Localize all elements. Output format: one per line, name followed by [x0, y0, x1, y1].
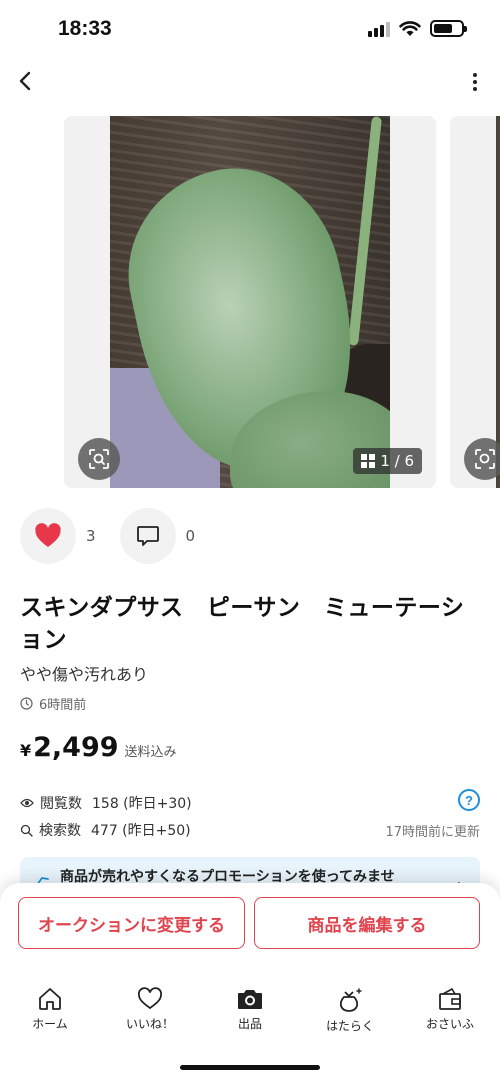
bag-sparkle-icon: [339, 988, 362, 1012]
search-label: 検索数: [39, 823, 81, 839]
tab-likes[interactable]: いいね！: [100, 987, 200, 1037]
views-value: 158 (昨日+30): [92, 796, 192, 812]
photo-slide-next[interactable]: [450, 116, 500, 488]
tab-home[interactable]: ホーム: [0, 987, 100, 1037]
comment-button[interactable]: [119, 508, 176, 564]
product-photo: [110, 116, 390, 488]
tab-wallet[interactable]: おさいふ: [400, 987, 500, 1037]
search-value: 477 (昨日+50): [91, 823, 191, 839]
bottom-action-panel: オークションに変更する 商品を編集する ホーム いいね！ 出品 はたらく おさい…: [0, 883, 500, 1080]
comment-icon: [136, 526, 159, 546]
battery-icon: [430, 20, 467, 37]
home-indicator: [180, 1065, 320, 1070]
clock: 18:33: [58, 17, 112, 40]
zoom-scan-icon: [475, 449, 495, 469]
views-stat: 閲覧数 158 (昨日+30): [20, 793, 192, 813]
heart-outline-icon: [138, 987, 162, 1010]
more-dot-icon: [473, 87, 477, 91]
status-icons: [368, 20, 467, 37]
zoom-scan-icon: [89, 449, 109, 469]
posted-time: 6時間前: [20, 694, 86, 713]
wifi-icon: [399, 21, 421, 36]
eye-icon: [20, 798, 34, 808]
grid-icon: [361, 454, 376, 468]
shipping-label: 送料込み: [124, 745, 177, 760]
search-stat: 検索数 477 (昨日+50): [20, 820, 191, 840]
views-label: 閲覧数: [40, 796, 82, 812]
like-button[interactable]: [20, 508, 76, 564]
posted-time-text: 6時間前: [39, 698, 87, 713]
tab-sell-label: 出品: [237, 1017, 262, 1031]
item-condition: やや傷や汚れあり: [20, 665, 149, 684]
camera-icon: [238, 990, 262, 1009]
clock-icon: [20, 697, 33, 710]
photo-slide-main[interactable]: 1 / 6: [64, 116, 436, 488]
top-nav: [0, 60, 500, 104]
photo-counter: 1 / 6: [353, 448, 422, 474]
zoom-button[interactable]: [78, 438, 120, 480]
tab-sell[interactable]: 出品: [200, 987, 300, 1037]
wallet-icon: [439, 988, 461, 1010]
like-count: 3: [86, 527, 96, 545]
item-title: スキンダプサス ピーサン ミューテーション: [20, 595, 465, 653]
more-dot-icon: [473, 80, 477, 84]
updated-time: 17時間前に更新: [385, 825, 480, 840]
tab-wallet-label: おさいふ: [425, 1017, 474, 1031]
more-options-button[interactable]: [470, 70, 480, 94]
next-product-photo: [496, 116, 500, 488]
home-icon: [39, 988, 61, 1010]
price-amount: 2,499: [33, 732, 119, 763]
status-bar: 18:33: [0, 0, 500, 60]
chevron-left-icon: [19, 71, 31, 91]
search-icon: [20, 824, 33, 837]
change-to-auction-button[interactable]: オークションに変更する: [18, 897, 245, 949]
tab-work[interactable]: はたらく: [300, 987, 400, 1037]
photo-carousel[interactable]: 1 / 6: [0, 116, 500, 490]
engagement-row: 3 0: [20, 508, 219, 564]
bottom-tab-bar: ホーム いいね！ 出品 はたらく おさいふ: [0, 987, 500, 1037]
comment-count: 0: [185, 527, 196, 545]
more-dot-icon: [473, 73, 477, 77]
tab-likes-label: いいね！: [125, 1017, 174, 1031]
currency-symbol: ¥: [20, 741, 32, 760]
cellular-signal-icon: [368, 21, 390, 37]
back-button[interactable]: [12, 66, 42, 96]
tab-home-label: ホーム: [32, 1017, 68, 1031]
help-icon[interactable]: ?: [458, 789, 480, 811]
photo-counter-text: 1 / 6: [380, 452, 414, 470]
zoom-button[interactable]: [464, 438, 500, 480]
edit-item-button[interactable]: 商品を編集する: [254, 897, 480, 949]
heart-icon: [35, 523, 61, 547]
tab-work-label: はたらく: [326, 1019, 374, 1033]
price: ¥ 2,499 送料込み: [20, 732, 177, 763]
